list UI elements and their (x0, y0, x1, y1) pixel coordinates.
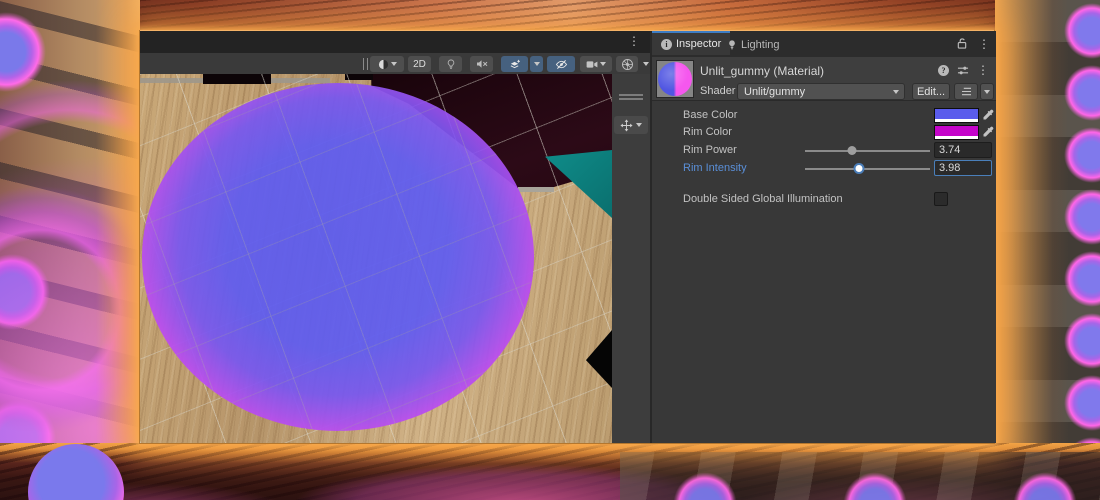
shader-label: Shader (700, 85, 736, 97)
unity-editor-window: ⋮ 2D i Inspector Lighting ⋮ Unlit_gummy … (139, 30, 996, 444)
audio-toggle[interactable] (470, 56, 493, 72)
rim-power-value-field[interactable]: 3.74 (934, 142, 992, 158)
shader-dropdown[interactable]: Unlit/gummy (737, 83, 905, 100)
material-menu-kebab-icon[interactable]: ⋮ (977, 64, 989, 76)
scene-toolbar: 2D (140, 53, 652, 74)
orientation-gizmo-button[interactable] (616, 56, 638, 72)
overlay-grip-handle[interactable] (619, 94, 643, 100)
shader-row: Shader Unlit/gummy Edit... (700, 83, 994, 100)
shaded-sphere-icon (378, 59, 388, 69)
rim-intensity-value-field[interactable]: 3.98 (934, 160, 992, 176)
rim-intensity-value: 3.98 (939, 162, 961, 174)
list-menu-icon (961, 87, 971, 96)
chevron-down-icon (533, 62, 540, 66)
material-header: Unlit_gummy (Material) ? ⋮ Shader Unlit/… (652, 57, 996, 101)
scene-view-pane: ⋮ 2D (140, 31, 652, 443)
scene-titlebar: ⋮ (140, 31, 652, 53)
bulb-icon (729, 40, 735, 50)
scene-lighting-toggle[interactable] (439, 56, 462, 72)
inspector-pane: i Inspector Lighting ⋮ Unlit_gummy (Mate… (652, 31, 996, 443)
camera-icon (586, 60, 598, 68)
scene-viewport[interactable] (140, 74, 612, 443)
rim-color-swatch[interactable] (934, 125, 979, 140)
move-tool-button[interactable] (614, 116, 648, 134)
eyedropper-icon[interactable] (981, 109, 994, 122)
rim-intensity-slider[interactable] (805, 163, 930, 174)
2d-toggle-button[interactable]: 2D (408, 56, 431, 72)
property-row-rim-color: Rim Color (652, 125, 996, 141)
edit-shader-button[interactable]: Edit... (912, 83, 950, 100)
screen: ⋮ 2D i Inspector Lighting ⋮ Unlit_gummy … (0, 0, 1100, 500)
info-icon: i (661, 38, 672, 50)
base-color-label: Base Color (683, 109, 738, 121)
bulb-icon (447, 58, 454, 69)
orientation-gizmo-icon (621, 58, 633, 70)
background-top-swirl (0, 0, 1100, 32)
chevron-down-icon (390, 62, 397, 66)
grid-through-sphere (142, 83, 534, 431)
tab-inspector-label: Inspector (676, 38, 722, 50)
double-sided-gi-label: Double Sided Global Illumination (683, 193, 843, 205)
base-color-fill (935, 109, 978, 119)
unlocked-padlock-icon[interactable] (956, 37, 968, 50)
double-sided-gi-checkbox[interactable] (934, 192, 948, 206)
tab-lighting[interactable]: Lighting (718, 33, 789, 57)
property-row-base-color: Base Color (652, 108, 996, 124)
inspector-menu-kebab-icon[interactable]: ⋮ (978, 38, 990, 50)
background-right-spheres (995, 0, 1100, 500)
2d-label: 2D (413, 58, 426, 70)
shader-dropdown-value: Unlit/gummy (744, 85, 806, 98)
background-bottom-spheres (620, 452, 1100, 500)
window-glow-left (96, 0, 140, 500)
rim-power-slider-handle[interactable] (847, 146, 857, 155)
chevron-down-icon (636, 123, 642, 127)
rim-power-value: 3.74 (939, 144, 961, 156)
help-icon[interactable]: ? (938, 64, 949, 76)
edit-button-label: Edit... (916, 85, 946, 98)
shader-menu-button[interactable] (954, 83, 978, 100)
scene-camera-button[interactable] (580, 56, 612, 72)
effects-layers-icon (510, 59, 520, 68)
rim-color-label: Rim Color (683, 126, 732, 138)
property-row-rim-intensity: Rim Intensity 3.98 (652, 160, 996, 177)
chevron-down-icon (984, 89, 990, 94)
material-title: Unlit_gummy (Material) (700, 64, 825, 78)
property-row-rim-power: Rim Power 3.74 (652, 142, 996, 159)
inspector-tabbar: i Inspector Lighting ⋮ (652, 31, 996, 57)
move-tool-icon (620, 118, 633, 132)
speaker-muted-icon (476, 60, 487, 68)
scene-overlay-strip (612, 74, 650, 443)
tab-lighting-label: Lighting (741, 39, 780, 51)
rim-intensity-slider-handle[interactable] (853, 163, 865, 174)
chevron-down-icon (600, 62, 606, 66)
material-properties: Base Color Rim Color Rim Power 3.74 Rim … (652, 101, 996, 443)
presets-icon[interactable] (957, 65, 969, 76)
rim-color-alpha-bar (935, 136, 978, 139)
chevron-down-icon (893, 89, 899, 94)
material-preview-thumbnail[interactable] (656, 60, 694, 98)
rim-color-fill (935, 126, 978, 136)
rim-power-label: Rim Power (683, 144, 737, 156)
rim-intensity-label: Rim Intensity (683, 162, 747, 174)
shader-extra-dropdown[interactable] (980, 83, 994, 100)
eyedropper-icon[interactable] (981, 126, 994, 139)
chevron-down-icon (642, 62, 649, 66)
effects-dropdown[interactable] (530, 56, 543, 72)
effects-toggle[interactable] (501, 56, 528, 72)
material-preview-sphere (658, 62, 692, 96)
scene-menu-kebab-icon[interactable]: ⋮ (628, 35, 640, 47)
base-color-alpha-bar (935, 119, 978, 122)
scene-visibility-toggle[interactable] (547, 56, 575, 72)
toolbar-grip-handle[interactable] (363, 58, 368, 70)
draw-mode-button[interactable] (370, 56, 404, 72)
eye-slash-icon (555, 59, 567, 69)
rim-power-slider[interactable] (805, 146, 930, 155)
base-color-swatch[interactable] (934, 108, 979, 123)
property-row-double-sided-gi: Double Sided Global Illumination (652, 192, 996, 208)
